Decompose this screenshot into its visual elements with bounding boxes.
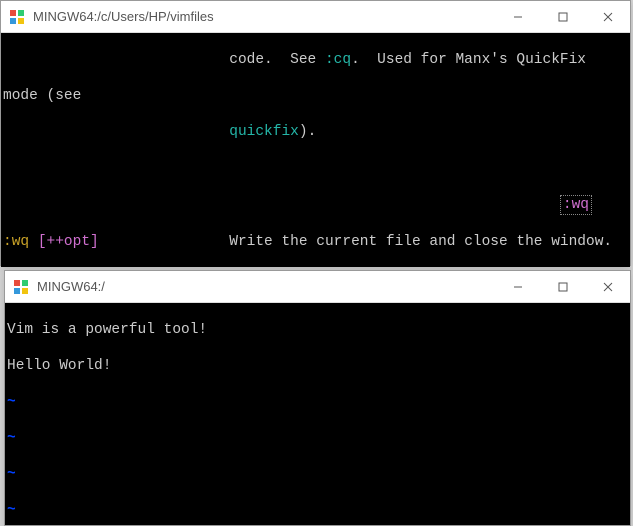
close-button[interactable]: [585, 271, 630, 303]
tilde-line: ~: [5, 501, 630, 519]
help-text: ).: [299, 124, 316, 140]
buffer-text: Hello World!: [5, 357, 630, 375]
help-link: quickfix: [229, 124, 299, 140]
minimize-button[interactable]: [495, 1, 540, 33]
tilde-line: ~: [5, 429, 630, 447]
terminal-window-top: MINGW64:/c/Users/HP/vimfiles code. See :…: [0, 0, 631, 266]
tilde-line: ~: [5, 393, 630, 411]
help-tag: :wq: [560, 195, 592, 215]
titlebar[interactable]: MINGW64:/: [5, 271, 630, 303]
terminal-window-bottom: MINGW64:/ Vim is a powerful tool! Hello …: [4, 270, 631, 526]
window-controls: [495, 1, 630, 33]
window-title: MINGW64:/c/Users/HP/vimfiles: [33, 9, 495, 24]
window-controls: [495, 271, 630, 303]
mintty-logo-icon: [9, 9, 25, 25]
ex-command: :wq: [3, 234, 38, 250]
titlebar[interactable]: MINGW64:/c/Users/HP/vimfiles: [1, 1, 630, 33]
close-button[interactable]: [585, 1, 630, 33]
maximize-button[interactable]: [540, 1, 585, 33]
help-text: . Used for Manx's QuickFix: [351, 52, 595, 68]
tilde-line: ~: [5, 465, 630, 483]
minimize-button[interactable]: [495, 271, 540, 303]
help-link: :cq: [325, 52, 351, 68]
help-text: Write the current file and close the win…: [99, 234, 612, 250]
maximize-button[interactable]: [540, 271, 585, 303]
help-text: code. See: [3, 52, 325, 68]
buffer-text: Vim is a powerful tool!: [5, 321, 630, 339]
terminal-content[interactable]: code. See :cq. Used for Manx's QuickFix …: [1, 33, 630, 267]
ex-opt: [++opt]: [38, 234, 99, 250]
help-text: [3, 124, 229, 140]
window-title: MINGW64:/: [37, 279, 495, 294]
help-text: mode (see: [1, 87, 630, 105]
mintty-logo-icon: [13, 279, 29, 295]
terminal-content[interactable]: Vim is a powerful tool! Hello World! ~ ~…: [5, 303, 630, 525]
